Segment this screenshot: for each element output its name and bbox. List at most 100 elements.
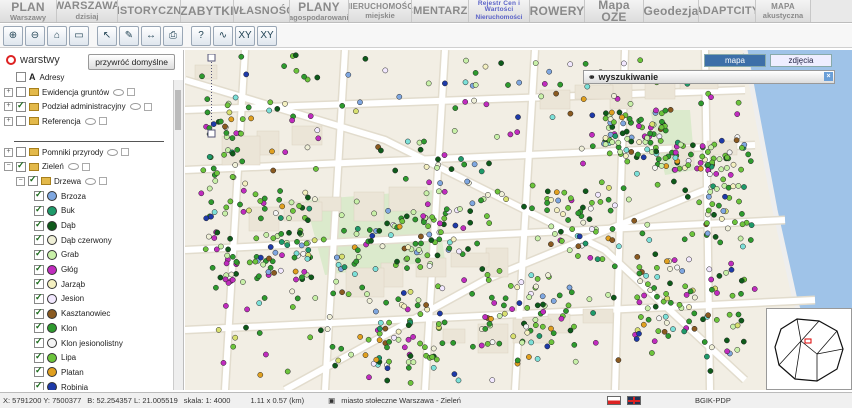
zoom-in-tool-icon[interactable]: ⊕: [3, 25, 23, 46]
species-checkbox[interactable]: [34, 321, 44, 334]
species-checkbox[interactable]: [34, 204, 44, 216]
profile-tool-icon[interactable]: ∿: [213, 25, 233, 46]
legend-icon[interactable]: [143, 102, 152, 111]
species-checkbox[interactable]: [34, 277, 44, 290]
search-panel[interactable]: ⚭ wyszukiwanie ×: [583, 70, 835, 84]
info-tool-icon[interactable]: ✎: [119, 25, 139, 46]
layer-checkbox[interactable]: [16, 100, 26, 112]
layer-checkbox[interactable]: [16, 72, 26, 83]
species-row[interactable]: Dąb czerwony: [0, 233, 172, 248]
species-checkbox[interactable]: [34, 189, 44, 202]
legend-icon[interactable]: [99, 177, 108, 186]
measure-tool-icon[interactable]: ↔: [141, 25, 161, 46]
polish-flag-icon[interactable]: [606, 396, 621, 405]
xy-tool-icon[interactable]: XY: [235, 25, 255, 46]
zoom-extent-tool-icon[interactable]: ⌂: [47, 25, 67, 46]
nav-tab-6[interactable]: NIERUCHOMOŚCImiejskie: [349, 0, 412, 22]
close-icon[interactable]: ×: [824, 72, 833, 81]
visibility-icon[interactable]: [113, 88, 125, 96]
layer-row[interactable]: [0, 129, 172, 141]
layer-checkbox[interactable]: [16, 147, 26, 158]
print-tool-icon[interactable]: ⎙: [163, 25, 183, 46]
species-row[interactable]: Grab: [0, 248, 172, 263]
expand-toggle-icon[interactable]: +: [4, 147, 13, 157]
species-row[interactable]: Lipa: [0, 350, 172, 365]
species-checkbox[interactable]: [34, 263, 44, 275]
species-row[interactable]: Platan: [0, 365, 172, 380]
expand-toggle-icon[interactable]: +: [4, 102, 13, 112]
nav-tab-13[interactable]: MAPA akustyczna: [756, 0, 811, 22]
visibility-icon[interactable]: [84, 117, 96, 125]
species-row[interactable]: Głóg: [0, 262, 172, 277]
nav-tab-10[interactable]: Mapa OZE: [585, 0, 644, 22]
nav-tab-11[interactable]: Geodezja: [644, 0, 699, 22]
expand-toggle-icon[interactable]: −: [4, 162, 13, 172]
zoom-slider[interactable]: [205, 54, 217, 144]
layer-row[interactable]: + Referencja: [0, 114, 172, 129]
legend-icon[interactable]: [98, 117, 107, 126]
legend-icon[interactable]: [121, 148, 130, 157]
layer-checkbox[interactable]: [16, 160, 26, 172]
species-row[interactable]: Jarząb: [0, 277, 172, 292]
species-row[interactable]: Buk: [0, 204, 172, 219]
legend-icon[interactable]: [127, 88, 136, 97]
visibility-icon[interactable]: [129, 103, 141, 111]
nav-tab-5[interactable]: PLANYzagospodarowania: [290, 0, 349, 22]
layer-row[interactable]: + Ewidencja gruntów: [0, 85, 172, 100]
layer-checkbox[interactable]: [16, 87, 26, 98]
species-checkbox[interactable]: [34, 233, 44, 246]
species-row[interactable]: Jesion: [0, 292, 172, 307]
expand-toggle-icon[interactable]: +: [4, 116, 13, 126]
nav-tab-0[interactable]: PLAN Warszawy: [0, 0, 57, 22]
species-row[interactable]: Dąb: [0, 218, 172, 233]
expand-toggle-icon[interactable]: −: [16, 176, 25, 186]
zoom-out-tool-icon[interactable]: ⊖: [25, 25, 45, 46]
legend-icon[interactable]: [81, 162, 90, 171]
select-tool-icon[interactable]: ↖: [97, 25, 117, 46]
tab-photos[interactable]: zdjęcia: [770, 54, 832, 67]
visibility-icon[interactable]: [85, 177, 97, 185]
species-checkbox[interactable]: [34, 219, 44, 231]
tab-map[interactable]: mapa: [704, 54, 766, 67]
species-checkbox[interactable]: [34, 351, 44, 363]
english-flag-icon[interactable]: [626, 396, 641, 405]
species-checkbox[interactable]: [34, 380, 44, 390]
layer-checkbox[interactable]: [16, 116, 26, 127]
nav-tab-12[interactable]: ADAPTCITY: [699, 0, 756, 22]
species-row[interactable]: Klon: [0, 321, 172, 336]
species-checkbox[interactable]: [34, 365, 44, 378]
layer-row[interactable]: − Drzewa: [0, 174, 172, 189]
nav-tab-8[interactable]: Rejestr Cen i Wartości Nieruchomości: [469, 0, 530, 22]
species-row[interactable]: Kasztanowiec: [0, 306, 172, 321]
xy2-tool-icon[interactable]: XY: [257, 25, 277, 46]
nav-tab-9[interactable]: ROWERY: [530, 0, 585, 22]
reset-layers-button[interactable]: przywróć domyślne: [88, 54, 175, 70]
species-checkbox[interactable]: [34, 336, 44, 349]
layers-scrollbar[interactable]: [173, 80, 183, 390]
layer-row[interactable]: − Zieleń: [0, 159, 172, 174]
species-row[interactable]: Brzoza: [0, 189, 172, 204]
layer-row[interactable]: A Adresy: [0, 70, 172, 85]
species-checkbox[interactable]: [34, 307, 44, 319]
species-row[interactable]: Klon jesionolistny: [0, 336, 172, 351]
visibility-icon[interactable]: [107, 148, 119, 156]
zoom-window-tool-icon[interactable]: ▭: [69, 25, 89, 46]
scrollbar-thumb[interactable]: [175, 90, 181, 130]
map-canvas[interactable]: [185, 50, 852, 390]
nav-tab-4[interactable]: WŁASNOŚĆ: [234, 0, 290, 22]
expand-toggle-icon[interactable]: +: [4, 87, 13, 97]
layer-row[interactable]: + Pomniki przyrody: [0, 145, 172, 160]
nav-tab-1[interactable]: WARSZAWA dzisiaj: [57, 0, 118, 22]
map-view[interactable]: mapa zdjęcia ⚭ wyszukiwanie ×: [185, 50, 852, 390]
layer-row[interactable]: + Podział administracyjny: [0, 99, 172, 114]
nav-tab-3[interactable]: ZABYTKI: [181, 0, 234, 22]
visibility-icon[interactable]: [67, 163, 79, 171]
nav-tab-2[interactable]: HISTORYCZNA: [118, 0, 181, 22]
species-checkbox[interactable]: [34, 292, 44, 304]
overview-minimap[interactable]: [766, 308, 852, 390]
layer-checkbox[interactable]: [28, 174, 38, 187]
nav-tab-7[interactable]: CMENTARZE: [412, 0, 469, 22]
help-tool-icon[interactable]: ?: [191, 25, 211, 46]
species-checkbox[interactable]: [34, 248, 44, 260]
species-row[interactable]: Robinia: [0, 380, 172, 390]
